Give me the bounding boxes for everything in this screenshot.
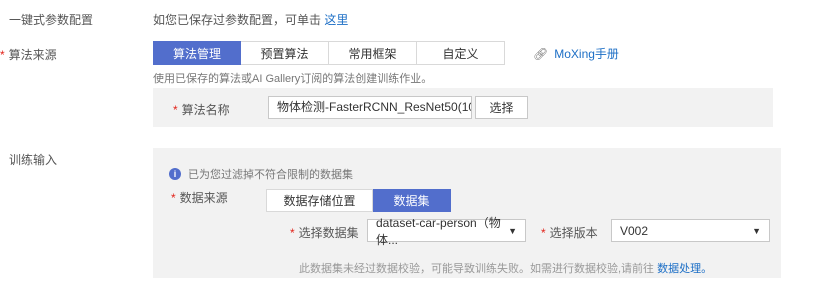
- dataset-select-value: dataset-car-person（物体...: [376, 215, 501, 247]
- required-star: *: [171, 191, 176, 205]
- algorithm-name-input[interactable]: 物体检测-FasterRCNN_ResNet50(10.0.0): [268, 96, 472, 119]
- dataset-warning: 此数据集未经过数据校验，可能导致训练失败。如需进行数据校验,请前往 数据处理。: [299, 260, 712, 276]
- info-icon: i: [169, 168, 181, 180]
- dataset-select-text: 选择数据集: [298, 226, 359, 240]
- config-label: 一键式参数配置: [9, 13, 94, 27]
- tab-preset-algorithm[interactable]: 预置算法: [241, 41, 329, 65]
- caret-down-icon: ▼: [752, 225, 761, 236]
- required-star: *: [290, 226, 295, 240]
- training-input-label: 训练输入: [9, 153, 58, 167]
- tab-common-framework[interactable]: 常用框架: [329, 41, 417, 65]
- required-star: *: [173, 103, 178, 117]
- filter-info-text: 已为您过滤掉不符合限制的数据集: [188, 169, 353, 181]
- algorithm-name-label: * 算法名称: [173, 101, 230, 118]
- algorithm-source-tabs: 算法管理 预置算法 常用框架 自定义: [153, 41, 505, 65]
- config-hint: 如您已保存过参数配置，可单击 这里: [153, 11, 348, 28]
- required-star: *: [541, 226, 546, 240]
- tab-algorithm-management[interactable]: 算法管理: [153, 41, 241, 65]
- moxing-manual[interactable]: 🔗︎ MoXing手册: [533, 45, 619, 62]
- select-algorithm-button[interactable]: 选择: [475, 96, 528, 119]
- config-here-link[interactable]: 这里: [324, 13, 348, 27]
- tab-dataset[interactable]: 数据集: [373, 189, 451, 212]
- required-star: *: [0, 48, 5, 62]
- version-select-text: 选择版本: [549, 226, 598, 240]
- dataset-warning-text: 此数据集未经过数据校验，可能导致训练失败。如需进行数据校验,请前往: [299, 263, 655, 275]
- filter-info: i 已为您过滤掉不符合限制的数据集: [169, 166, 353, 182]
- dataset-select[interactable]: dataset-car-person（物体... ▼: [367, 216, 526, 247]
- config-hint-text: 如您已保存过参数配置，可单击: [153, 13, 322, 27]
- algorithm-description: 使用已保存的算法或AI Gallery订阅的算法创建训练作业。: [153, 73, 433, 85]
- data-processing-link[interactable]: 数据处理。: [657, 263, 712, 275]
- algorithm-name-text: 算法名称: [181, 103, 230, 117]
- version-select-value: V002: [620, 223, 649, 238]
- tab-data-storage-location[interactable]: 数据存储位置: [266, 189, 373, 212]
- link-icon: 🔗︎: [533, 46, 549, 61]
- algorithm-source-label: * 算法来源: [0, 46, 57, 63]
- moxing-manual-link[interactable]: MoXing手册: [554, 45, 619, 62]
- dataset-select-label: * 选择数据集: [290, 224, 359, 241]
- tab-custom[interactable]: 自定义: [417, 41, 505, 65]
- version-select-label: * 选择版本: [541, 224, 598, 241]
- data-source-tabs: 数据存储位置 数据集: [266, 189, 451, 212]
- version-select[interactable]: V002 ▼: [611, 219, 770, 242]
- data-source-text: 数据来源: [179, 191, 228, 205]
- caret-down-icon: ▼: [508, 225, 517, 236]
- algorithm-source-text: 算法来源: [8, 48, 57, 62]
- data-source-label: * 数据来源: [171, 189, 228, 206]
